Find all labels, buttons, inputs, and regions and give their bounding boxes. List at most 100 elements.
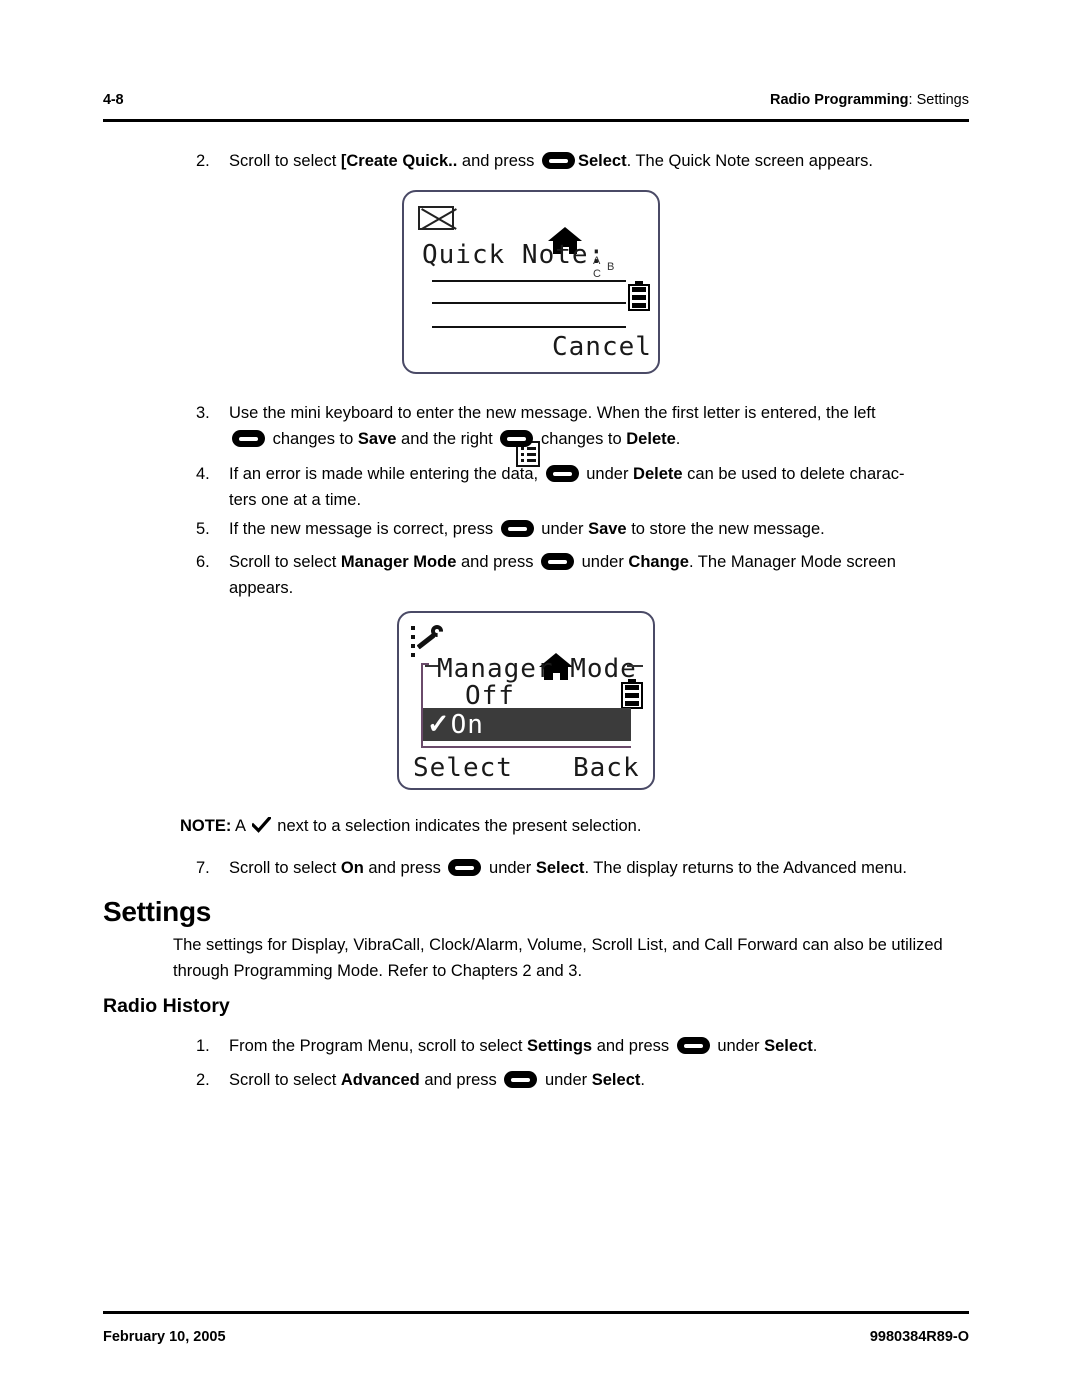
step-4-text-4: ters one at a time. [229,491,362,509]
battery-icon [628,281,650,311]
footer-rule [103,1311,969,1314]
step-2-bold-1: [Create Quick.. [340,152,458,170]
lcd-screen-quick-note: A B C Quick Note: Cancel [402,190,660,467]
softkey-pill-icon [448,859,482,876]
check-icon [251,817,271,833]
page-footer: February 10, 2005 9980384R89-O [103,1329,969,1345]
step-6: 6. Scroll to select Manager Mode and pre… [196,549,971,601]
softkey-pill-icon [232,430,265,447]
step-2-bold-2: Select [577,152,627,170]
rh-step-2-text-3: under [540,1071,592,1089]
step-6-text: Scroll to select Manager Mode and press … [229,549,971,601]
softkey-pill-icon [500,430,534,447]
header-page-number: 4-8 [103,92,124,108]
step-5-text-1: If the new message is correct, press [229,520,498,538]
abc-letter-b: B [607,261,615,273]
rh-step-1-text-1: From the Program Menu, scroll to select [229,1037,528,1055]
step-6-bold-2: Change [628,553,689,571]
step-6-text-5: appears. [229,579,294,597]
step-4-text-3: can be used to delete charac- [682,465,905,483]
menu-dot-2 [521,453,524,456]
rh-step-1-text-3: under [712,1037,765,1055]
lcd-softkey-back[interactable]: Back [573,753,640,783]
settings-paragraph: The settings for Display, VibraCall, Clo… [173,932,973,984]
settings-paragraph-line-1: The settings for Display, VibraCall, Clo… [173,936,887,954]
menu-option-on-label: On [450,709,484,740]
input-line-2[interactable] [432,302,626,304]
step-4: 4. If an error is made while entering th… [196,461,971,513]
note-label: NOTE: [180,817,232,835]
softkey-pill-icon [541,152,575,169]
step-3-number: 3. [196,404,210,422]
rh-step-2-number: 2. [196,1071,210,1089]
step-7-bold-1: On [340,859,364,877]
step-3-text: Use the mini keyboard to enter the new m… [229,400,971,452]
step-6-text-4: . The Manager Mode screen [688,553,896,571]
wrench-handle [416,633,436,650]
header-section-title: Radio Programming: Settings [770,92,969,108]
wrench-programming-icon [411,624,445,657]
menu-option-on[interactable]: ✓ On [423,708,631,741]
input-line-1[interactable] [432,280,626,282]
step-5-text-3: to store the new message. [626,520,825,538]
step-5: 5. If the new message is correct, press … [196,516,971,542]
step-2-number: 2. [196,152,210,170]
lcd-screen-manager-mode: Manager Mode Off ✓ On Select Back [397,611,655,790]
step-6-text-2: and press [456,553,539,571]
step-3-bold-2: Delete [626,430,676,448]
step-2-text-1: Scroll to select [229,152,341,170]
step-3-text-5: . [675,430,681,448]
step-2-text-2: and press [457,152,539,170]
note-text-2: next to a selection indicates the presen… [272,817,642,835]
rh-step-2-text-1: Scroll to select [229,1071,341,1089]
softkey-pill-icon [545,465,579,482]
rh-step-1-bold-1: Settings [527,1037,593,1055]
radio-history-step-2: 2. Scroll to select Advanced and press u… [196,1067,986,1093]
lcd-title-manager-mode: Manager Mode [437,654,637,684]
step-2-text-3: . The Quick Note screen appears. [626,152,874,170]
battery-bar-2 [632,295,646,300]
lcd-softkey-cancel[interactable]: Cancel [552,332,652,362]
rh-step-2-text-2: and press [419,1071,502,1089]
battery-bar-3 [625,701,639,706]
input-line-3[interactable] [432,326,626,328]
page-header: 4-8 Radio Programming: Settings [103,92,969,108]
title-dash-right [627,665,643,667]
step-7-text-3: under [484,859,536,877]
step-6-bold-1: Manager Mode [340,553,457,571]
header-rule [103,119,969,122]
rh-step-2-bold-2: Select [591,1071,641,1089]
radio-history-step-1: 1. From the Program Menu, scroll to sele… [196,1033,986,1059]
rh-step-2-text-4: . [640,1071,645,1089]
lcd-softkey-select[interactable]: Select [413,753,513,783]
step-3-bold-1: Save [357,430,397,448]
menu-option-off[interactable]: Off [465,681,515,711]
step-7-text: Scroll to select On and press under Sele… [229,855,986,881]
step-7-text-2: and press [363,859,446,877]
step-4-number: 4. [196,465,210,483]
heading-radio-history: Radio History [103,995,230,1017]
lcd-title-quick-note: Quick Note: [422,240,606,270]
step-7-text-1: Scroll to select [229,859,341,877]
step-4-text: If an error is made while entering the d… [229,461,971,513]
menu-frame-dash-bottom [421,746,631,748]
rh-step-2-text: Scroll to select Advanced and press unde… [229,1067,986,1093]
step-3-text-1: Use the mini keyboard to enter the new m… [229,404,876,422]
step-3-text-3: and the right [396,430,498,448]
step-6-number: 6. [196,553,210,571]
check-icon: ✓ [427,709,451,739]
step-2-text: Scroll to select [Create Quick.. and pre… [229,148,971,174]
step-4-bold-1: Delete [633,465,683,483]
step-6-text-3: under [577,553,629,571]
softkey-pill-icon [541,553,575,570]
header-section-bold: Radio Programming [769,92,909,108]
step-5-text-2: under [536,520,589,538]
note-block: NOTE: A next to a selection indicates th… [180,813,970,839]
step-5-bold-1: Save [588,520,627,538]
battery-bar-1 [625,685,639,690]
battery-bar-3 [632,303,646,308]
note-text-1: A [231,817,250,835]
step-4-text-1: If an error is made while entering the d… [229,465,543,483]
heading-settings: Settings [103,896,212,927]
battery-bar-1 [632,287,646,292]
